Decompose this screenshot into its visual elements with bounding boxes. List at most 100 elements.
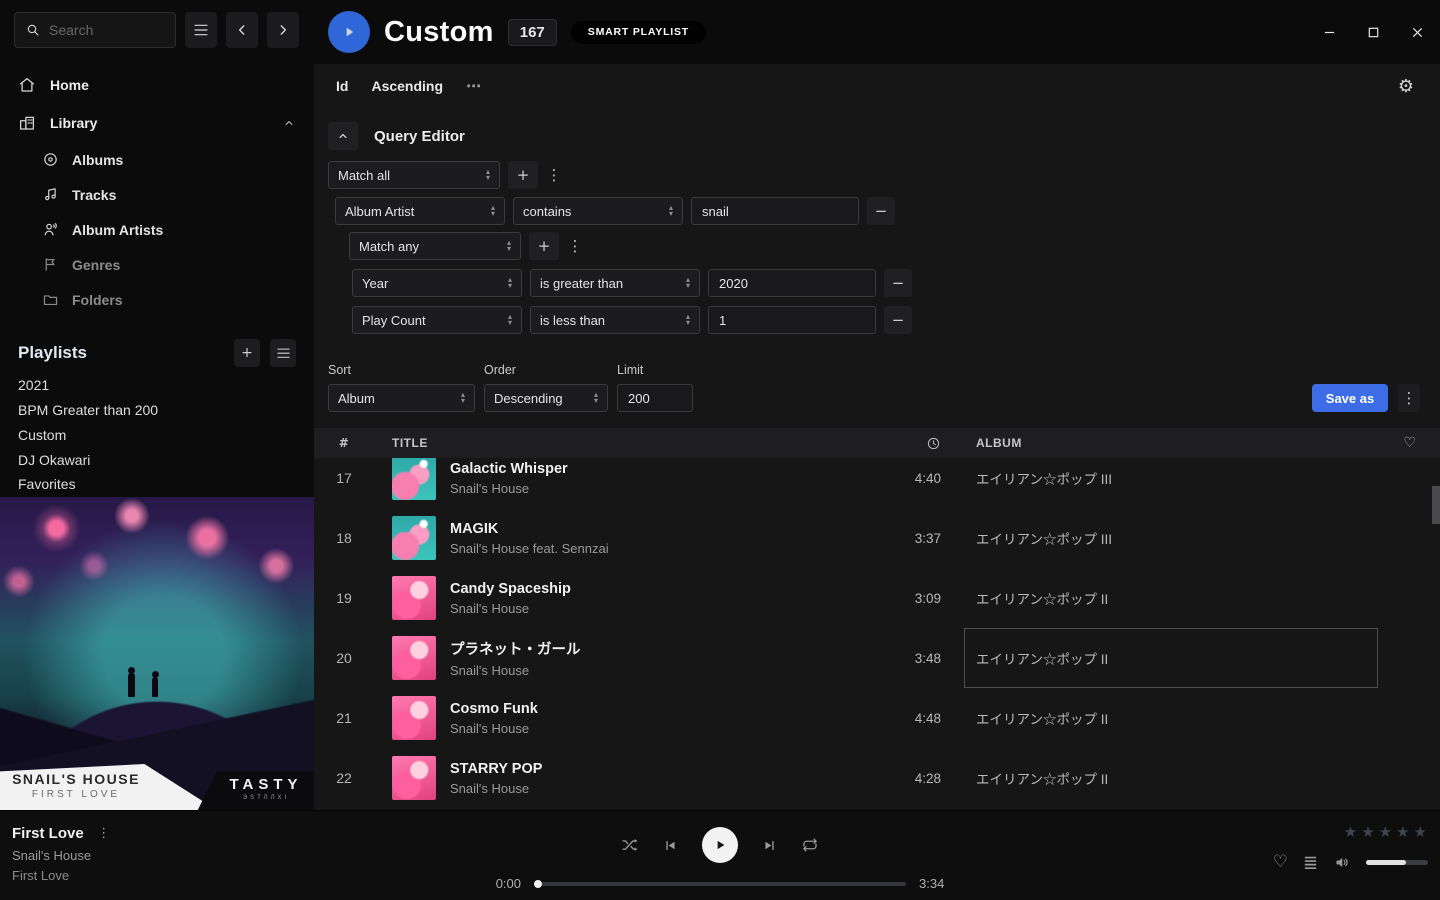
seek-bar[interactable] [534, 882, 906, 886]
track-row[interactable]: 20 プラネット・ガール Snail's House 3:48 エイリアン☆ポッ… [314, 628, 1440, 688]
match-mode-select[interactable]: Match all ▴▾ [328, 161, 500, 189]
rating-stars[interactable]: ★ ★ ★ ★ ★ [1344, 823, 1428, 841]
track-album-cell[interactable]: エイリアン☆ポップ III [954, 508, 1380, 568]
seek-handle[interactable] [534, 880, 542, 888]
playlist-item[interactable]: BPM Greater than 200 [0, 398, 314, 423]
rule-field-select[interactable]: Play Count ▴▾ [352, 306, 522, 334]
track-album-cell[interactable]: エイリアン☆ポップ III [954, 458, 1380, 508]
sidebar-item-albums[interactable]: Albums [0, 142, 314, 177]
remove-rule-button[interactable]: − [884, 306, 912, 334]
star-icon[interactable]: ★ [1379, 823, 1393, 841]
volume-icon[interactable] [1333, 854, 1352, 871]
add-rule-button[interactable]: + [508, 161, 538, 189]
play-playlist-button[interactable] [328, 11, 370, 53]
transport-controls [621, 823, 819, 867]
track-title-cell: Galactic Whisper Snail's House [374, 458, 884, 500]
order-label: Order [484, 363, 608, 377]
now-playing-menu-button[interactable]: ⋮ [96, 826, 112, 841]
artist-icon [42, 221, 59, 238]
sidebar-item-library[interactable]: Library [0, 104, 314, 142]
track-row[interactable]: 17 Galactic Whisper Snail's House 4:40 エ… [314, 458, 1440, 508]
more-options-button[interactable]: ⋯ [466, 77, 481, 95]
track-album-cell[interactable]: エイリアン☆ポップ II [954, 688, 1380, 748]
playlist-item[interactable]: Favorites [0, 472, 314, 497]
queue-icon[interactable] [1302, 855, 1319, 870]
track-row[interactable]: 21 Cosmo Funk Snail's House 4:48 エイリアン☆ポ… [314, 688, 1440, 748]
column-duration[interactable] [884, 436, 954, 451]
rule-operator-select[interactable]: is greater than ▴▾ [530, 269, 700, 297]
close-button[interactable] [1410, 25, 1424, 39]
track-album-cell-highlighted[interactable]: エイリアン☆ポップ II [954, 628, 1380, 688]
sidebar-item-label: Albums [72, 152, 123, 168]
rule-field-select[interactable]: Year ▴▾ [352, 269, 522, 297]
star-icon[interactable]: ★ [1414, 823, 1428, 841]
remove-rule-button[interactable]: − [884, 269, 912, 297]
sidebar-item-home[interactable]: Home [0, 66, 314, 104]
volume-slider[interactable] [1366, 860, 1428, 865]
play-pause-button[interactable] [702, 827, 738, 863]
track-album-cell[interactable]: エイリアン☆ポップ II [954, 568, 1380, 628]
add-rule-button[interactable]: + [529, 232, 559, 260]
nav-back-button[interactable] [226, 12, 258, 48]
rule-operator-select[interactable]: contains ▴▾ [513, 197, 683, 225]
column-album[interactable]: ALBUM [954, 436, 1380, 450]
play-icon [712, 837, 728, 853]
column-favorite[interactable]: ♡ [1380, 435, 1440, 451]
column-number[interactable]: # [314, 436, 374, 450]
collapse-query-editor-button[interactable] [328, 122, 358, 150]
star-icon[interactable]: ★ [1396, 823, 1410, 841]
sidebar-item-tracks[interactable]: Tracks [0, 177, 314, 212]
search-input[interactable] [49, 22, 165, 38]
playlist-options-button[interactable] [270, 339, 296, 367]
minus-icon: − [875, 202, 888, 220]
scrollbar-track[interactable] [1432, 458, 1440, 810]
nav-forward-button[interactable] [267, 12, 299, 48]
search-box[interactable] [14, 12, 176, 48]
main-panel: Custom 167 SMART PLAYLIST Id Ascending ⋯ [314, 0, 1440, 810]
maximize-button[interactable] [1366, 25, 1380, 39]
playlist-item[interactable]: 2021 [0, 373, 314, 398]
remove-rule-button[interactable]: − [867, 197, 895, 225]
rule-value-input[interactable] [691, 197, 859, 225]
next-track-button[interactable] [762, 838, 777, 853]
group-menu-button[interactable]: ⋮ [546, 166, 562, 184]
match-mode-select[interactable]: Match any ▴▾ [349, 232, 521, 260]
add-playlist-button[interactable]: + [234, 339, 260, 367]
minimize-button[interactable] [1322, 25, 1336, 39]
repeat-button[interactable] [801, 836, 819, 854]
total-time: 3:34 [919, 876, 955, 891]
sort-select[interactable]: Album ▴▾ [328, 384, 475, 412]
rule-field-select[interactable]: Album Artist ▴▾ [335, 197, 505, 225]
star-icon[interactable]: ★ [1361, 823, 1375, 841]
limit-input[interactable] [617, 384, 693, 412]
match-mode-value: Match all [338, 168, 486, 183]
scrollbar-thumb[interactable] [1432, 486, 1440, 524]
favorite-heart-icon[interactable]: ♡ [1273, 852, 1288, 872]
track-album-cell[interactable]: エイリアン☆ポップ II [954, 748, 1380, 808]
menu-button[interactable] [185, 12, 217, 48]
sort-direction-button[interactable]: Ascending [371, 78, 443, 94]
shuffle-button[interactable] [621, 837, 639, 853]
track-row[interactable]: 22 STARRY POP Snail's House 4:28 エイリアン☆ポ… [314, 748, 1440, 808]
rule-value-input[interactable] [708, 269, 876, 297]
track-row[interactable]: 19 Candy Spaceship Snail's House 3:09 エイ… [314, 568, 1440, 628]
sidebar-item-folders[interactable]: Folders [0, 282, 314, 317]
order-select[interactable]: Descending ▴▾ [484, 384, 608, 412]
settings-gear-icon[interactable]: ⚙ [1398, 76, 1414, 97]
sidebar-item-genres[interactable]: Genres [0, 247, 314, 282]
save-as-button[interactable]: Save as [1312, 384, 1388, 412]
rule-value-input[interactable] [708, 306, 876, 334]
playlist-item[interactable]: DJ Okawari [0, 447, 314, 472]
star-icon[interactable]: ★ [1344, 823, 1358, 841]
group-menu-button[interactable]: ⋮ [567, 237, 583, 255]
save-options-button[interactable]: ⋮ [1398, 384, 1420, 412]
previous-track-button[interactable] [663, 838, 678, 853]
playlist-item[interactable]: Custom [0, 423, 314, 448]
column-title[interactable]: TITLE [374, 436, 884, 450]
sort-field-group: Sort Album ▴▾ [328, 363, 475, 412]
sort-field-button[interactable]: Id [336, 78, 348, 94]
track-row[interactable]: 18 MAGIK Snail's House feat. Sennzai 3:3… [314, 508, 1440, 568]
sidebar-item-album-artists[interactable]: Album Artists [0, 212, 314, 247]
rule-operator-select[interactable]: is less than ▴▾ [530, 306, 700, 334]
chevron-up-icon[interactable] [282, 116, 296, 130]
